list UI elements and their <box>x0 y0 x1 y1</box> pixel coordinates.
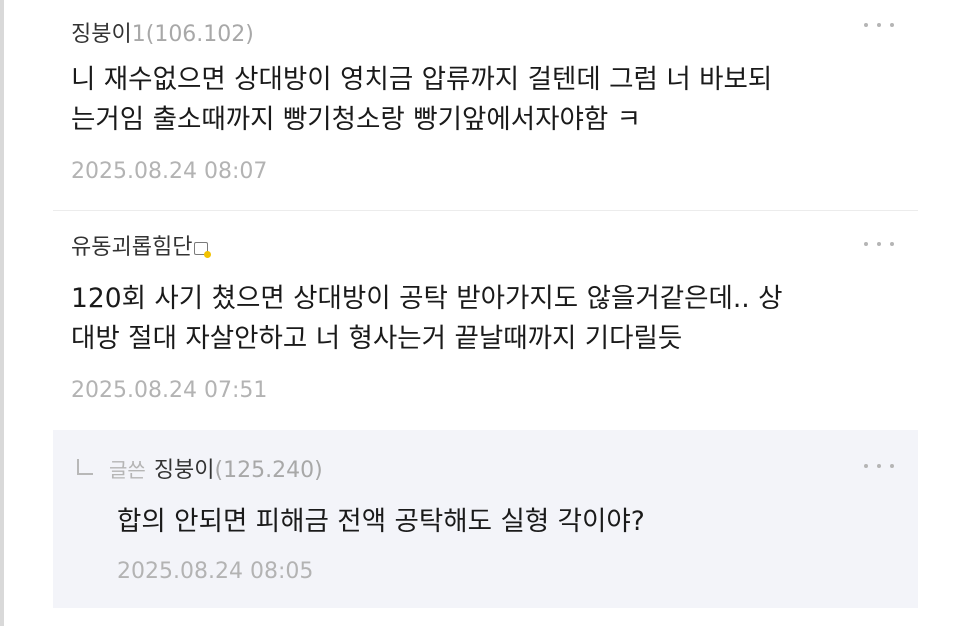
comment-body: 합의 안되면 피해금 전액 공탁해도 실형 각이야? <box>117 506 645 537</box>
comment-timestamp: 2025.08.24 07:51 <box>71 378 268 403</box>
more-dot <box>864 464 868 468</box>
left-edge-divider <box>0 0 4 626</box>
comment-author-ip: (125.240) <box>214 458 323 483</box>
comment-author-row: 글쓴 징붕이 (125.240) <box>77 452 323 484</box>
fixed-nick-badge-icon <box>194 242 212 258</box>
writer-tag: 글쓴 <box>109 458 146 482</box>
comment-item: 징붕이 1 (106.102) 니 재수없으면 상대방이 영치금 압류까지 걸텐… <box>53 0 918 211</box>
more-dot <box>877 23 881 27</box>
reply-comment-item: 글쓴 징붕이 (125.240) 합의 안되면 피해금 전액 공탁해도 실형 각… <box>53 430 918 608</box>
comment-timestamp: 2025.08.24 08:07 <box>71 159 268 184</box>
comment-author-row: 징붕이 1 (106.102) <box>71 16 254 48</box>
more-dot <box>877 464 881 468</box>
comment-timestamp: 2025.08.24 08:05 <box>117 559 314 584</box>
comment-author-row: 유동괴롭힘단 <box>71 229 212 261</box>
comment-author-ip: (106.102) <box>145 22 254 47</box>
more-dot <box>890 23 894 27</box>
comment-author-suffix: 1 <box>131 22 146 47</box>
more-dot <box>890 242 894 246</box>
comment-body: 니 재수없으면 상대방이 영치금 압류까지 걸텐데 그럼 너 바보되 는거임 출… <box>71 64 773 135</box>
more-dots-icon[interactable] <box>864 238 894 250</box>
more-dot <box>890 464 894 468</box>
more-dot <box>877 242 881 246</box>
reply-arrow-icon <box>77 459 93 475</box>
comment-body: 120회 사기 쳤으면 상대방이 공탁 받아가지도 않을거같은데.. 상 대방 … <box>71 283 783 354</box>
comment-list: 징붕이 1 (106.102) 니 재수없으면 상대방이 영치금 압류까지 걸텐… <box>53 0 918 626</box>
more-dots-icon[interactable] <box>864 19 894 31</box>
comment-author-nick[interactable]: 징붕이 <box>71 16 132 48</box>
comment-author-nick[interactable]: 징붕이 <box>154 452 215 484</box>
comment-author-nick[interactable]: 유동괴롭힘단 <box>71 229 192 261</box>
comment-item: 유동괴롭힘단 120회 사기 쳤으면 상대방이 공탁 받아가지도 않을거같은데.… <box>53 211 918 430</box>
more-dot <box>864 242 868 246</box>
more-dot <box>864 23 868 27</box>
more-dots-icon[interactable] <box>864 460 894 472</box>
